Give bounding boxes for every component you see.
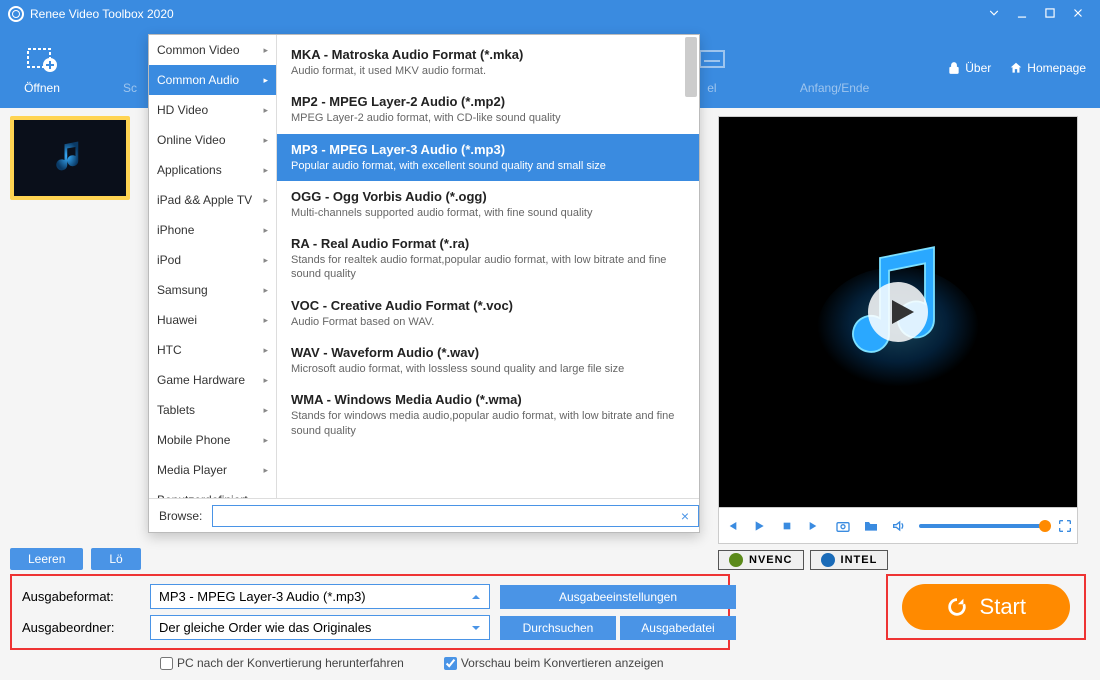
- maximize-icon[interactable]: [1036, 6, 1064, 23]
- output-file-button[interactable]: Ausgabedatei: [620, 616, 736, 640]
- format-item[interactable]: MP2 - MPEG Layer-2 Audio (*.mp2)MPEG Lay…: [277, 86, 699, 133]
- clear-button[interactable]: Leeren: [10, 548, 83, 570]
- format-item[interactable]: OGG - Ogg Vorbis Audio (*.ogg)Multi-chan…: [277, 181, 699, 228]
- volume-icon[interactable]: [891, 518, 907, 534]
- preview-checkbox[interactable]: Vorschau beim Konvertieren anzeigen: [444, 656, 664, 670]
- app-logo-icon: [8, 6, 24, 22]
- prev-icon[interactable]: [723, 518, 739, 534]
- folder-label: Ausgabeordner:: [22, 620, 140, 635]
- browse-folder-button[interactable]: Durchsuchen: [500, 616, 616, 640]
- format-category-item[interactable]: Applications▸: [149, 155, 276, 185]
- format-category-item[interactable]: Media Player▸: [149, 455, 276, 485]
- play-overlay-icon[interactable]: [866, 280, 930, 344]
- format-item[interactable]: VOC - Creative Audio Format (*.voc)Audio…: [277, 290, 699, 337]
- format-label: Ausgabeformat:: [22, 589, 140, 604]
- format-category-item[interactable]: Game Hardware▸: [149, 365, 276, 395]
- format-category-item[interactable]: Mobile Phone▸: [149, 425, 276, 455]
- format-category-item[interactable]: Samsung▸: [149, 275, 276, 305]
- player-controls: [718, 508, 1078, 544]
- format-categories: Common Video▸Common Audio▸HD Video▸Onlin…: [149, 35, 277, 532]
- play-icon[interactable]: [751, 518, 767, 534]
- format-dropdown[interactable]: MP3 - MPEG Layer-3 Audio (*.mp3): [150, 584, 490, 609]
- format-category-item[interactable]: HTC▸: [149, 335, 276, 365]
- folder-icon[interactable]: [863, 518, 879, 534]
- format-category-item[interactable]: Common Video▸: [149, 35, 276, 65]
- menu-icon[interactable]: [980, 6, 1008, 23]
- titlebar: Renee Video Toolbox 2020: [0, 0, 1100, 28]
- clear-browse-icon[interactable]: ×: [681, 508, 689, 524]
- volume-slider[interactable]: [919, 524, 1045, 528]
- format-category-item[interactable]: Huawei▸: [149, 305, 276, 335]
- open-label: Öffnen: [24, 81, 60, 95]
- format-list: MKA - Matroska Audio Format (*.mka)Audio…: [277, 35, 699, 532]
- stop-icon[interactable]: [779, 518, 795, 534]
- format-category-item[interactable]: Online Video▸: [149, 125, 276, 155]
- about-link[interactable]: Über: [947, 61, 991, 75]
- fullscreen-icon[interactable]: [1057, 518, 1073, 534]
- format-category-item[interactable]: Tablets▸: [149, 395, 276, 425]
- folder-dropdown[interactable]: Der gleiche Order wie das Originales: [150, 615, 490, 640]
- browse-input[interactable]: [212, 505, 698, 527]
- trim-button[interactable]: Anfang/Ende: [800, 41, 869, 95]
- app-title: Renee Video Toolbox 2020: [30, 7, 174, 21]
- nvenc-badge[interactable]: NVENC: [718, 550, 804, 570]
- format-item[interactable]: WAV - Waveform Audio (*.wav)Microsoft au…: [277, 337, 699, 384]
- format-category-item[interactable]: Common Audio▸: [149, 65, 276, 95]
- minimize-icon[interactable]: [1008, 6, 1036, 23]
- film-add-icon: [24, 41, 60, 77]
- browse-label: Browse:: [159, 509, 202, 523]
- format-category-item[interactable]: iPad && Apple TV▸: [149, 185, 276, 215]
- preview-panel: [718, 116, 1078, 508]
- open-button[interactable]: Öffnen: [14, 41, 70, 95]
- format-item[interactable]: WMA - Windows Media Audio (*.wma)Stands …: [277, 384, 699, 446]
- output-settings-button[interactable]: Ausgabeeinstellungen: [500, 585, 736, 609]
- format-item[interactable]: RA - Real Audio Format (*.ra)Stands for …: [277, 228, 699, 290]
- close-icon[interactable]: [1064, 6, 1092, 23]
- next-icon[interactable]: [807, 518, 823, 534]
- shutdown-checkbox[interactable]: PC nach der Konvertierung herunterfahren: [160, 656, 404, 670]
- format-category-item[interactable]: iPhone▸: [149, 215, 276, 245]
- refresh-icon: [946, 596, 968, 618]
- start-box: Start: [886, 574, 1086, 640]
- output-settings-box: Ausgabeformat: MP3 - MPEG Layer-3 Audio …: [10, 574, 730, 650]
- format-picker-panel: Common Video▸Common Audio▸HD Video▸Onlin…: [148, 34, 700, 533]
- file-thumbnail[interactable]: [10, 116, 130, 200]
- format-item[interactable]: MP3 - MPEG Layer-3 Audio (*.mp3)Popular …: [277, 134, 699, 181]
- snapshot-icon[interactable]: [835, 518, 851, 534]
- delete-button[interactable]: Lö: [91, 548, 140, 570]
- start-button[interactable]: Start: [902, 584, 1070, 630]
- format-category-item[interactable]: HD Video▸: [149, 95, 276, 125]
- scrollbar[interactable]: [685, 37, 697, 97]
- homepage-link[interactable]: Homepage: [1009, 61, 1086, 75]
- format-item[interactable]: MKA - Matroska Audio Format (*.mka)Audio…: [277, 39, 699, 86]
- format-category-item[interactable]: iPod▸: [149, 245, 276, 275]
- format-browse-row: Browse: ×: [149, 498, 699, 532]
- intel-badge[interactable]: INTEL: [810, 550, 889, 570]
